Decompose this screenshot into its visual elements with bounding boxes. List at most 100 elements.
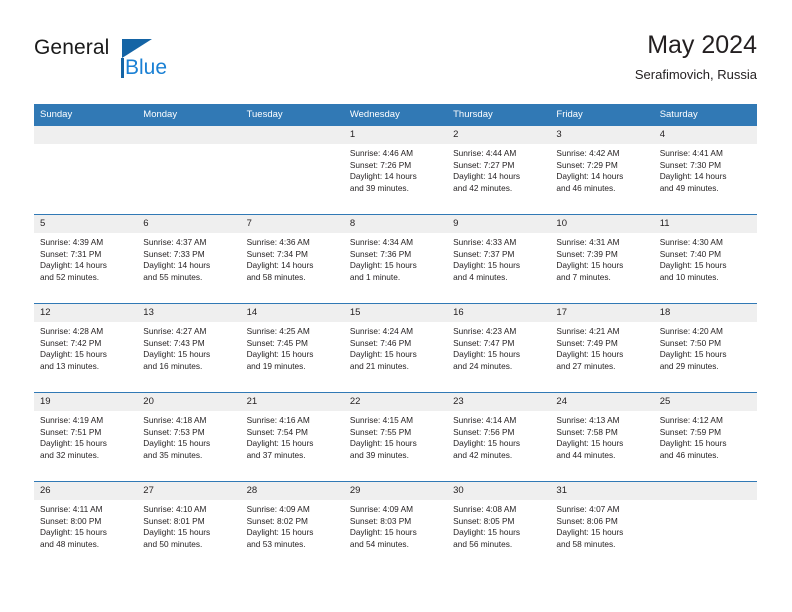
daylight-text-line2: and 7 minutes. <box>556 271 611 282</box>
sunrise-text: Sunrise: 4:12 AM <box>659 415 723 425</box>
sunset-text: Sunset: 8:00 PM <box>40 515 102 526</box>
sunset-text: Sunset: 7:26 PM <box>349 159 412 170</box>
sunrise-text: Sunrise: 4:42 AM <box>556 148 620 158</box>
day-number: 3 <box>550 126 654 144</box>
day-number <box>34 126 138 144</box>
page-title: May 2024 <box>647 31 757 59</box>
sunrise-text: Sunrise: 4:14 AM <box>453 415 517 425</box>
general-blue-logo[interactable]: General Blue <box>34 36 214 88</box>
sunrise-text: Sunrise: 4:20 AM <box>659 326 723 336</box>
day-details: Sunrise: 4:42 AM Sunset: 7:29 PM Daylight:… <box>550 144 653 194</box>
sunset-text: Sunset: 7:33 PM <box>143 248 205 259</box>
daylight-text-line2: and 53 minutes. <box>246 538 306 549</box>
day-number: 22 <box>343 393 448 411</box>
day-number <box>137 126 241 144</box>
calendar-body: 1 Sunrise: 4:46 AM Sunset: 7:26 PM Daylight… <box>34 126 757 570</box>
day-details: Sunrise: 4:46 AM Sunset: 7:26 PM Daylight:… <box>344 144 447 194</box>
sunset-text: Sunset: 7:59 PM <box>659 426 722 437</box>
calendar-day-cell[interactable]: 30 Sunrise: 4:08 AM Sunset: 8:05 PM Dayligh… <box>447 482 551 571</box>
daylight-text-line1: Daylight: 15 hours <box>40 438 107 449</box>
daylight-text-line1: Daylight: 15 hours <box>659 260 727 271</box>
calendar-day-cell[interactable]: 5 Sunrise: 4:39 AM Sunset: 7:31 PM Daylight… <box>34 214 138 304</box>
day-number: 23 <box>447 393 551 411</box>
calendar-day-cell[interactable]: 13 Sunrise: 4:27 AM Sunset: 7:43 PM Dayligh… <box>137 303 241 393</box>
sunset-text: Sunset: 7:54 PM <box>246 426 308 437</box>
sunrise-text: Sunrise: 4:30 AM <box>659 237 723 247</box>
daylight-text-line2: and 21 minutes. <box>349 360 409 371</box>
calendar-day-cell[interactable]: 15 Sunrise: 4:24 AM Sunset: 7:46 PM Dayligh… <box>343 303 448 393</box>
calendar-day-cell[interactable]: 12 Sunrise: 4:28 AM Sunset: 7:42 PM Dayligh… <box>34 303 138 393</box>
calendar-day-cell[interactable]: 27 Sunrise: 4:10 AM Sunset: 8:01 PM Dayligh… <box>137 482 241 571</box>
sunset-text: Sunset: 7:29 PM <box>556 159 618 170</box>
calendar-day-cell[interactable]: 1 Sunrise: 4:46 AM Sunset: 7:26 PM Daylight… <box>343 126 448 215</box>
sunrise-text: Sunrise: 4:27 AM <box>143 326 207 336</box>
calendar-day-cell[interactable]: 11 Sunrise: 4:30 AM Sunset: 7:40 PM Dayligh… <box>653 214 757 304</box>
calendar-day-cell[interactable]: 29 Sunrise: 4:09 AM Sunset: 8:03 PM Dayligh… <box>343 482 448 571</box>
day-number: 29 <box>343 482 448 500</box>
day-details: Sunrise: 4:37 AM Sunset: 7:33 PM Daylight:… <box>137 233 240 283</box>
sunset-text: Sunset: 8:06 PM <box>556 515 618 526</box>
calendar-day-cell[interactable]: 22 Sunrise: 4:15 AM Sunset: 7:55 PM Dayligh… <box>343 392 448 482</box>
day-details: Sunrise: 4:30 AM Sunset: 7:40 PM Daylight:… <box>654 233 757 283</box>
daylight-text-line1: Daylight: 15 hours <box>143 527 211 538</box>
calendar-week-row: 12 Sunrise: 4:28 AM Sunset: 7:42 PM Dayligh… <box>34 303 757 393</box>
sunset-text: Sunset: 7:40 PM <box>659 248 722 259</box>
calendar-table: Sunday Monday Tuesday Wednesday Thursday… <box>34 104 757 570</box>
day-number: 10 <box>550 215 654 233</box>
calendar-day-cell[interactable]: 3 Sunrise: 4:42 AM Sunset: 7:29 PM Daylight… <box>550 126 654 215</box>
day-details: Sunrise: 4:20 AM Sunset: 7:50 PM Daylight:… <box>654 322 757 372</box>
day-number: 18 <box>653 304 757 322</box>
calendar-day-cell[interactable]: 31 Sunrise: 4:07 AM Sunset: 8:06 PM Dayligh… <box>550 482 654 571</box>
sunrise-text: Sunrise: 4:10 AM <box>143 504 207 514</box>
daylight-text-line2: and 50 minutes. <box>143 538 203 549</box>
day-number: 14 <box>240 304 344 322</box>
calendar-day-cell[interactable]: 18 Sunrise: 4:20 AM Sunset: 7:50 PM Dayligh… <box>653 303 757 393</box>
daylight-text-line1: Daylight: 14 hours <box>40 260 107 271</box>
calendar-day-cell[interactable]: 7 Sunrise: 4:36 AM Sunset: 7:34 PM Daylight… <box>240 214 344 304</box>
day-details: Sunrise: 4:27 AM Sunset: 7:43 PM Daylight:… <box>137 322 240 372</box>
calendar-day-cell[interactable]: 28 Sunrise: 4:09 AM Sunset: 8:02 PM Dayligh… <box>240 482 344 571</box>
sunset-text: Sunset: 7:47 PM <box>453 337 515 348</box>
calendar-day-cell[interactable]: 19 Sunrise: 4:19 AM Sunset: 7:51 PM Dayligh… <box>34 392 138 482</box>
calendar-day-cell[interactable]: 8 Sunrise: 4:34 AM Sunset: 7:36 PM Daylight… <box>343 214 448 304</box>
calendar-page: General Blue May 2024 Serafimovich, Russ… <box>0 0 792 612</box>
sunrise-text: Sunrise: 4:24 AM <box>349 326 414 336</box>
sunset-text: Sunset: 7:42 PM <box>40 337 102 348</box>
daylight-text-line1: Daylight: 15 hours <box>349 260 417 271</box>
calendar-day-cell[interactable]: 21 Sunrise: 4:16 AM Sunset: 7:54 PM Dayligh… <box>240 392 344 482</box>
sunset-text: Sunset: 7:49 PM <box>556 337 618 348</box>
calendar-day-cell[interactable]: 6 Sunrise: 4:37 AM Sunset: 7:33 PM Daylight… <box>137 214 241 304</box>
day-details: Sunrise: 4:08 AM Sunset: 8:05 PM Daylight:… <box>447 500 550 550</box>
sunset-text: Sunset: 7:45 PM <box>246 337 308 348</box>
day-details: Sunrise: 4:07 AM Sunset: 8:06 PM Daylight:… <box>550 500 653 550</box>
calendar-day-cell[interactable]: 2 Sunrise: 4:44 AM Sunset: 7:27 PM Daylight… <box>447 126 551 215</box>
calendar-day-cell[interactable]: 24 Sunrise: 4:13 AM Sunset: 7:58 PM Dayligh… <box>550 392 654 482</box>
day-details: Sunrise: 4:34 AM Sunset: 7:36 PM Daylight:… <box>344 233 447 283</box>
sunrise-text: Sunrise: 4:28 AM <box>40 326 104 336</box>
calendar-day-cell[interactable]: 10 Sunrise: 4:31 AM Sunset: 7:39 PM Dayligh… <box>550 214 654 304</box>
day-details: Sunrise: 4:13 AM Sunset: 7:58 PM Daylight:… <box>550 411 653 461</box>
day-number: 17 <box>550 304 654 322</box>
day-details: Sunrise: 4:36 AM Sunset: 7:34 PM Daylight:… <box>241 233 344 283</box>
sunrise-text: Sunrise: 4:16 AM <box>246 415 310 425</box>
calendar-day-cell[interactable]: 17 Sunrise: 4:21 AM Sunset: 7:49 PM Dayligh… <box>550 303 654 393</box>
calendar-day-cell[interactable]: 14 Sunrise: 4:25 AM Sunset: 7:45 PM Dayligh… <box>240 303 344 393</box>
sunrise-text: Sunrise: 4:21 AM <box>556 326 620 336</box>
day-number: 19 <box>34 393 138 411</box>
daylight-text-line1: Daylight: 15 hours <box>143 349 211 360</box>
sunrise-text: Sunrise: 4:25 AM <box>246 326 310 336</box>
calendar-week-row: 1 Sunrise: 4:46 AM Sunset: 7:26 PM Daylight… <box>34 126 757 215</box>
calendar-day-cell[interactable]: 26 Sunrise: 4:11 AM Sunset: 8:00 PM Dayligh… <box>34 482 138 571</box>
day-number: 4 <box>653 126 757 144</box>
calendar-day-cell[interactable]: 20 Sunrise: 4:18 AM Sunset: 7:53 PM Dayligh… <box>137 392 241 482</box>
calendar-day-cell[interactable]: 25 Sunrise: 4:12 AM Sunset: 7:59 PM Dayligh… <box>653 392 757 482</box>
day-details: Sunrise: 4:33 AM Sunset: 7:37 PM Daylight:… <box>447 233 550 283</box>
calendar-day-cell[interactable]: 23 Sunrise: 4:14 AM Sunset: 7:56 PM Dayligh… <box>447 392 551 482</box>
calendar-day-cell[interactable]: 9 Sunrise: 4:33 AM Sunset: 7:37 PM Daylight… <box>447 214 551 304</box>
day-details: Sunrise: 4:14 AM Sunset: 7:56 PM Daylight:… <box>447 411 550 461</box>
calendar-day-cell[interactable]: 16 Sunrise: 4:23 AM Sunset: 7:47 PM Dayligh… <box>447 303 551 393</box>
sunset-text: Sunset: 7:55 PM <box>349 426 412 437</box>
daylight-text-line2: and 44 minutes. <box>556 449 616 460</box>
logo-word-general: General <box>34 36 110 59</box>
calendar-day-cell[interactable]: 4 Sunrise: 4:41 AM Sunset: 7:30 PM Daylight… <box>653 126 757 215</box>
